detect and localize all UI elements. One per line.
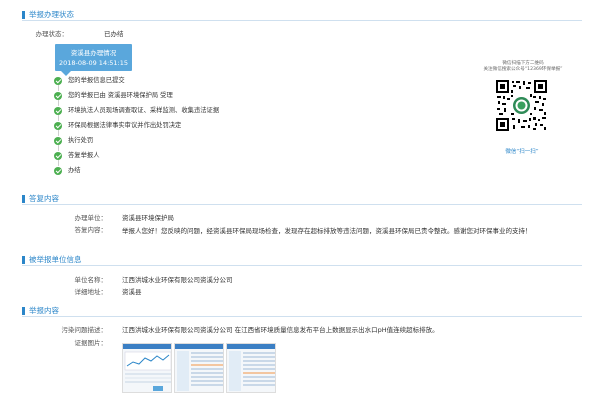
- timeline-step: 执行处罚: [54, 136, 284, 151]
- status-row: 办理状态： 已办结: [0, 30, 200, 40]
- unit-name-value: 江西洪城水业环保有限公司资溪分公司: [122, 276, 233, 284]
- report-desc-value: 江西洪城水业环保有限公司资溪分公司 在江西省环境质量信息发布平台上数据显示出水口…: [122, 326, 439, 334]
- section-header-status: 举报办理状态: [22, 9, 582, 21]
- timeline-step: 办结: [54, 166, 284, 176]
- reply-unit-row: 办理单位： 资溪县环境保护局: [48, 214, 348, 224]
- check-icon: [54, 167, 62, 175]
- section-header-unit: 被举报单位信息: [22, 254, 582, 266]
- evidence-image-3[interactable]: [226, 343, 276, 393]
- timeline-step-label: 办结: [68, 167, 81, 174]
- section-header-reply: 答复内容: [22, 193, 582, 205]
- status-value: 已办结: [104, 30, 124, 38]
- evidence-screenshot-table: [227, 344, 275, 391]
- qr-code: [495, 79, 548, 132]
- report-evidence-label: 证据图片：: [74, 339, 108, 347]
- reply-unit-label: 办理单位：: [74, 214, 108, 222]
- timeline-step-label: 答复举报人: [68, 152, 100, 159]
- unit-address-row: 详细地址： 资溪县: [48, 288, 348, 298]
- status-box: 资溪县办理情况 2018-08-09 14:51:15: [55, 44, 132, 76]
- reply-content-label-row: 答复内容：: [48, 226, 118, 236]
- status-label: 办理状态：: [35, 30, 69, 38]
- check-icon: [54, 152, 62, 160]
- timeline-step-label: 执行处罚: [68, 137, 94, 144]
- section-accent-bar: [22, 11, 25, 19]
- reply-content-label: 答复内容：: [74, 226, 108, 234]
- check-icon: [54, 77, 62, 85]
- timeline-step-label: 您的举报信息已提交: [68, 77, 125, 84]
- qr-caption-line2: 关注微信搜索公众号“12369环保举报”: [483, 67, 563, 72]
- reply-unit-value: 资溪县环境保护局: [122, 214, 174, 222]
- qr-code-image: [495, 79, 548, 132]
- check-icon: [54, 107, 62, 115]
- check-icon: [54, 137, 62, 145]
- timeline-step: 环境执法人员现场调查取证、采样监测、收集违法证据: [54, 106, 284, 121]
- evidence-screenshot-table: [175, 344, 223, 391]
- timeline-step: 环保局根据法律事实审议并作出处罚决定: [54, 121, 284, 136]
- check-icon: [54, 92, 62, 100]
- unit-name-label: 单位名称：: [74, 276, 108, 284]
- report-evidence-row: 证据图片：: [48, 339, 118, 349]
- status-box-title: 资溪县办理情况: [70, 49, 117, 57]
- section-accent-bar: [22, 195, 25, 203]
- section-header-report: 举报内容: [22, 305, 582, 317]
- section-title: 答复内容: [29, 194, 59, 203]
- status-box-time: 2018-08-09 14:51:15: [58, 59, 129, 67]
- timeline-step: 您的举报已由 资溪县环境保护局 受理: [54, 91, 284, 106]
- report-desc-row: 污染问题描述： 江西洪城水业环保有限公司资溪分公司 在江西省环境质量信息发布平台…: [48, 326, 568, 336]
- timeline-step: 答复举报人: [54, 151, 284, 166]
- timeline-step-label: 您的举报已由 资溪县环境保护局 受理: [68, 92, 173, 99]
- section-title: 被举报单位信息: [29, 255, 82, 264]
- section-accent-bar: [22, 256, 25, 264]
- qr-scan-link[interactable]: 微信“扫一扫”: [487, 147, 557, 155]
- evidence-screenshot-chart: [123, 344, 171, 391]
- timeline-step-label: 环保局根据法律事实审议并作出处罚决定: [68, 122, 182, 129]
- unit-address-value: 资溪县: [122, 288, 142, 296]
- section-accent-bar: [22, 307, 25, 315]
- reply-content: 举报人您好！您反映的问题，经资溪县环保局现场检查，发现存在超标排放等违法问题，资…: [122, 227, 532, 235]
- check-icon: [54, 122, 62, 130]
- unit-name-row: 单位名称： 江西洪城水业环保有限公司资溪分公司: [48, 276, 348, 286]
- unit-address-label: 详细地址：: [74, 288, 108, 296]
- section-title: 举报办理状态: [29, 10, 74, 19]
- evidence-image-2[interactable]: [174, 343, 224, 393]
- timeline-step-label: 环境执法人员现场调查取证、采样监测、收集违法证据: [68, 107, 220, 114]
- section-title: 举报内容: [29, 306, 59, 315]
- report-desc-label: 污染问题描述：: [61, 326, 108, 334]
- timeline-step: 您的举报信息已提交: [54, 76, 284, 91]
- evidence-image-1[interactable]: [122, 343, 172, 393]
